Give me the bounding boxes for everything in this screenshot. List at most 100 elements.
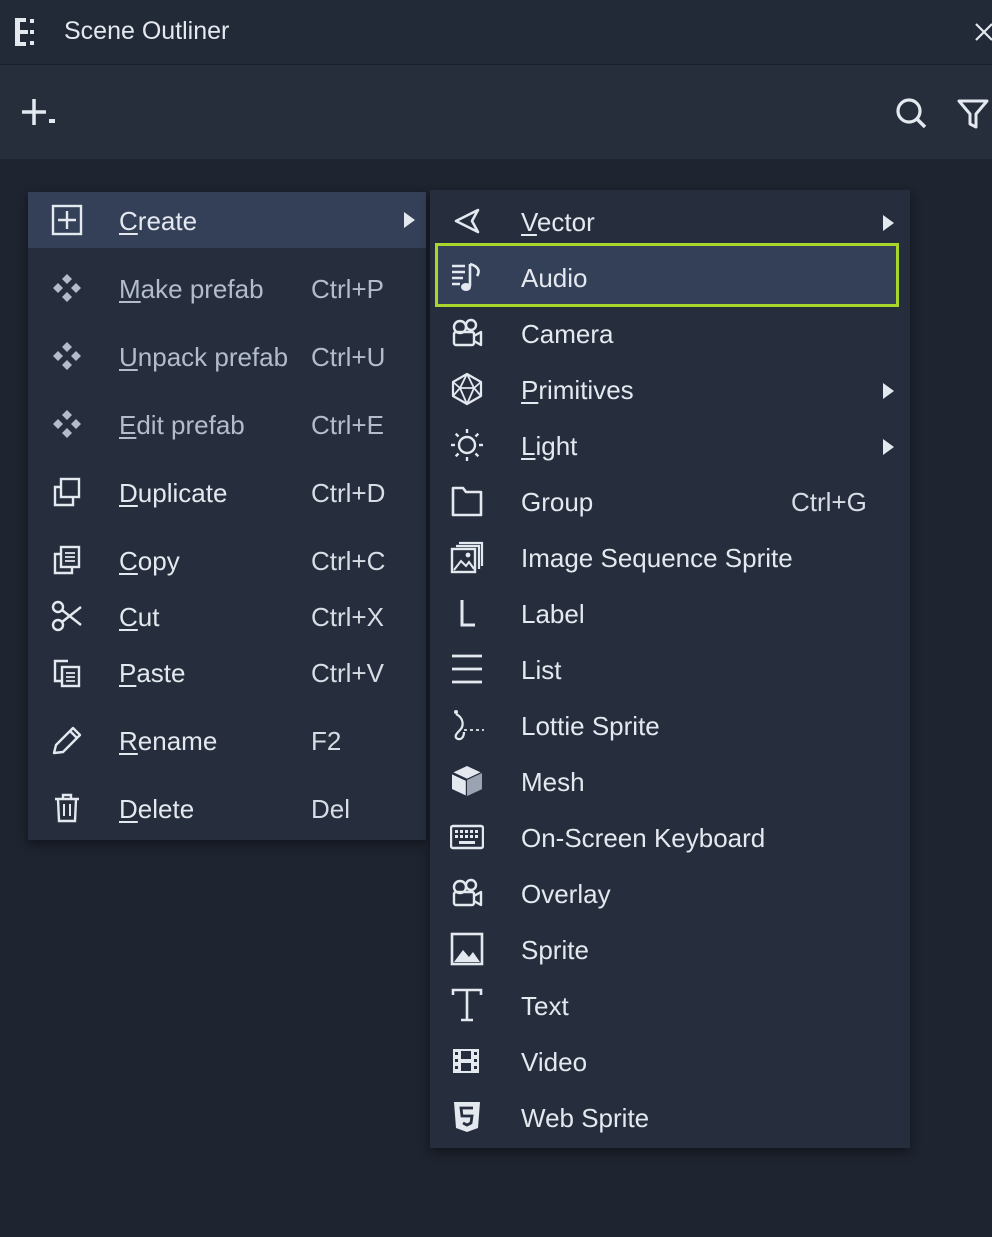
submenu-arrow-icon [402,211,416,229]
menu-item-shortcut: Ctrl+C [311,546,386,576]
menu-item-shortcut: Ctrl+X [311,602,384,632]
create-submenu: Vector Audio Camera Primitives Light Gro… [430,190,910,1148]
menu-item-label: Text [521,991,569,1021]
keyboard-icon [450,820,484,854]
duplicate-icon [50,475,84,509]
sprite-icon [450,932,484,966]
submenu-item-on-screen-keyboard[interactable]: On-Screen Keyboard [430,809,910,865]
close-icon[interactable] [972,20,992,44]
menu-item-label: Group [521,487,594,517]
menu-item-label: List [521,655,562,685]
panel-title: Scene Outliner [64,17,230,45]
plus-square-icon [50,203,84,237]
menu-item-create[interactable]: Create [28,192,426,248]
submenu-item-vector[interactable]: Vector [430,193,910,249]
audio-icon [450,260,484,294]
outliner-toolbar [0,65,992,159]
menu-item-shortcut: Ctrl+U [311,342,386,372]
folder-icon [450,484,484,518]
menu-item-delete[interactable]: Delete Del [28,780,426,836]
menu-item-label: Lottie Sprite [521,711,660,741]
mesh-icon [450,764,484,798]
submenu-item-overlay[interactable]: Overlay [430,865,910,921]
video-icon [450,1044,484,1078]
submenu-item-label[interactable]: Label [430,585,910,641]
menu-item-rename[interactable]: Rename F2 [28,712,426,768]
menu-item-shortcut: Ctrl+V [311,658,384,688]
prefab-icon [50,339,84,373]
menu-item-label: Delete [119,794,195,824]
submenu-item-lottie-sprite[interactable]: Lottie Sprite [430,697,910,753]
light-icon [450,428,484,462]
menu-item-paste[interactable]: Paste Ctrl+V [28,644,426,700]
camera-icon [450,316,484,350]
menu-item-label: Video [521,1047,588,1077]
scissors-icon [50,599,84,633]
text-icon [450,988,484,1022]
vector-icon [450,204,484,238]
filter-icon[interactable] [956,96,990,130]
menu-item-label: Paste [119,658,186,688]
menu-item-label: Web Sprite [521,1103,650,1133]
submenu-arrow-icon [881,438,895,456]
menu-item-shortcut: Del [311,794,351,824]
submenu-item-group[interactable]: Group Ctrl+G [430,473,910,529]
search-icon[interactable] [894,96,928,130]
menu-item-duplicate[interactable]: Duplicate Ctrl+D [28,464,426,520]
label-icon [450,596,484,630]
menu-item-label: Overlay [521,879,611,909]
menu-item-copy[interactable]: Copy Ctrl+C [28,532,426,588]
lottie-icon [450,708,484,742]
menu-item-shortcut: Ctrl+E [311,410,384,440]
menu-item-label: Create [119,206,198,236]
submenu-item-audio[interactable]: Audio [430,249,910,305]
menu-item-shortcut: Ctrl+G [791,487,867,517]
menu-item-label: Sprite [521,935,589,965]
menu-item-label: Audio [521,263,588,293]
submenu-item-text[interactable]: Text [430,977,910,1033]
menu-item-label: Vector [521,207,595,237]
submenu-arrow-icon [881,382,895,400]
submenu-arrow-icon [881,214,895,232]
menu-item-label: Mesh [521,767,585,797]
pencil-icon [50,723,84,757]
add-dropdown-icon[interactable] [20,95,60,131]
menu-item-label: Image Sequence Sprite [521,543,793,573]
outliner-tree-icon [14,16,38,48]
title-bar: Scene Outliner [0,0,992,65]
submenu-item-video[interactable]: Video [430,1033,910,1089]
menu-item-label: Make prefab [119,274,264,304]
menu-item-shortcut: Ctrl+D [311,478,386,508]
menu-item-label: Edit prefab [119,410,245,440]
overlay-icon [450,876,484,910]
primitives-icon [450,372,484,406]
submenu-item-camera[interactable]: Camera [430,305,910,361]
menu-item-make-prefab[interactable]: Make prefab Ctrl+P [28,260,426,316]
image-sequence-icon [450,540,484,574]
menu-item-label: On-Screen Keyboard [521,823,766,853]
html5-icon [450,1100,484,1134]
menu-item-label: Duplicate [119,478,228,508]
paste-icon [50,655,84,689]
menu-item-label: Primitives [521,375,634,405]
prefab-icon [50,271,84,305]
menu-item-label: Camera [521,319,614,349]
menu-item-label: Light [521,431,578,461]
copy-icon [50,543,84,577]
menu-item-label: Cut [119,602,160,632]
submenu-item-web-sprite[interactable]: Web Sprite [430,1089,910,1145]
submenu-item-light[interactable]: Light [430,417,910,473]
context-menu: Create Make prefab Ctrl+P Unpack prefab … [28,192,426,840]
menu-item-cut[interactable]: Cut Ctrl+X [28,588,426,644]
submenu-item-primitives[interactable]: Primitives [430,361,910,417]
submenu-item-sprite[interactable]: Sprite [430,921,910,977]
menu-item-label: Unpack prefab [119,342,289,372]
menu-item-label: Rename [119,726,218,756]
list-icon [450,652,484,686]
submenu-item-mesh[interactable]: Mesh [430,753,910,809]
menu-item-edit-prefab[interactable]: Edit prefab Ctrl+E [28,396,426,452]
submenu-item-list[interactable]: List [430,641,910,697]
submenu-item-image-sequence-sprite[interactable]: Image Sequence Sprite [430,529,910,585]
menu-item-unpack-prefab[interactable]: Unpack prefab Ctrl+U [28,328,426,384]
menu-item-label: Label [521,599,585,629]
